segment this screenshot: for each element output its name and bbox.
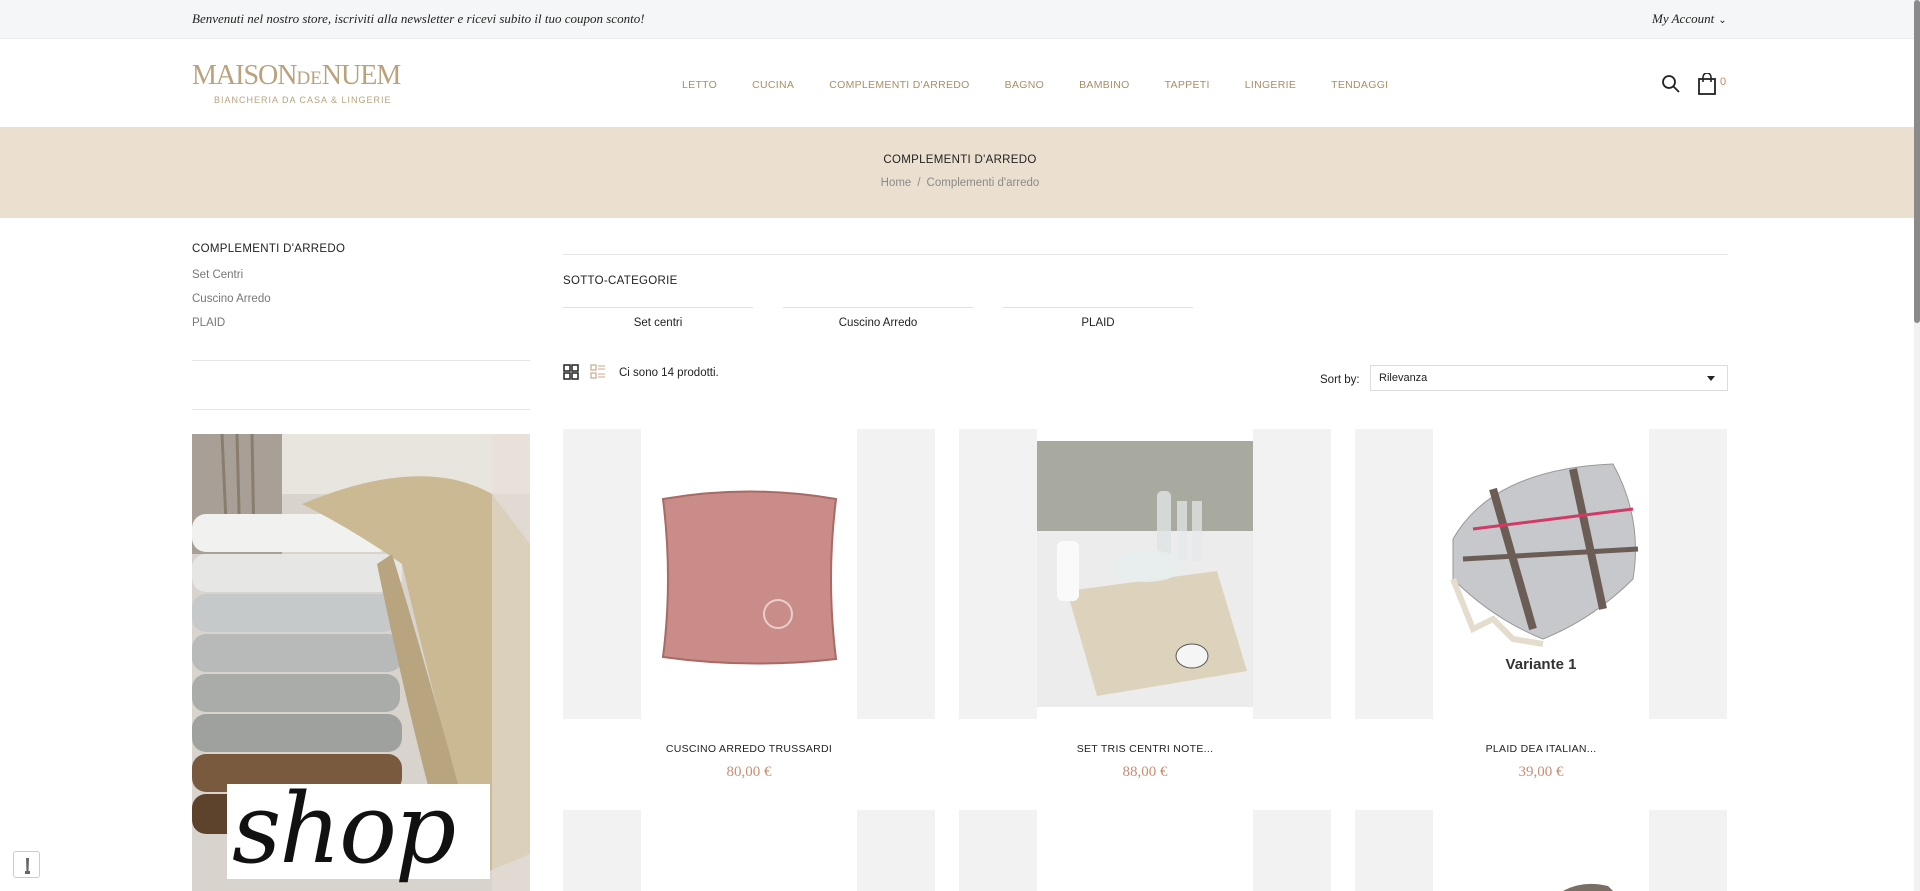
nav-tappeti[interactable]: TAPPETI	[1165, 79, 1210, 91]
pillow-image	[661, 490, 838, 665]
category-banner: COMPLEMENTI D'ARREDO Home / Complementi d'…	[0, 127, 1920, 218]
product-card[interactable]	[959, 429, 1331, 719]
page-title: COMPLEMENTI D'ARREDO	[883, 154, 1037, 166]
sort-select[interactable]: Rilevanza	[1370, 365, 1728, 391]
tool-icon	[25, 858, 30, 874]
product-count: Ci sono 14 prodotti.	[619, 367, 719, 379]
product-image[interactable]	[1037, 429, 1253, 719]
content-divider	[563, 254, 1728, 255]
product-image[interactable]	[641, 429, 857, 719]
product-image[interactable]	[641, 810, 857, 891]
breadcrumb-home[interactable]: Home	[881, 177, 912, 189]
plaid-image: Variante 1	[1450, 463, 1639, 673]
product-price: 39,00 €	[1518, 764, 1564, 780]
nav-letto[interactable]: LETTO	[682, 79, 717, 91]
my-account-menu[interactable]: My Account ⌄	[1652, 11, 1727, 27]
product-name[interactable]: SET TRIS CENTRI NOTE...	[959, 743, 1331, 755]
shopping-bag-icon	[1698, 72, 1716, 95]
nav-bambino[interactable]: BAMBINO	[1079, 79, 1130, 91]
nav-bagno[interactable]: BAGNO	[1005, 79, 1044, 91]
site-logo[interactable]: MAISONDENUEM BIANCHERIA DA CASA & LINGER…	[192, 61, 402, 111]
page-scrollbar[interactable]	[1914, 0, 1920, 891]
product-image[interactable]: Variante 1	[1433, 429, 1649, 719]
cart-count: 0	[1720, 76, 1727, 88]
sidebar-divider	[192, 360, 530, 361]
scrollbar-thumb[interactable]	[1914, 0, 1920, 323]
subcategory-plaid[interactable]: PLAID	[1003, 307, 1193, 329]
list-view-icon[interactable]	[590, 364, 606, 380]
nav-complementi-arredo[interactable]: COMPLEMENTI D'ARREDO	[829, 79, 969, 91]
sidebar-divider	[192, 409, 530, 410]
product-price: 80,00 €	[726, 764, 772, 780]
top-bar: Benvenuti nel nostro store, iscriviti al…	[0, 0, 1920, 39]
product-image-partial	[1563, 883, 1613, 891]
main-nav: LETTO CUCINA COMPLEMENTI D'ARREDO BAGNO …	[682, 79, 1423, 91]
product-name[interactable]: CUSCINO ARREDO TRUSSARDI	[563, 743, 935, 755]
sidebar-link-cuscino-arredo[interactable]: Cuscino Arredo	[192, 293, 271, 305]
product-card[interactable]: Variante 1	[1355, 429, 1727, 719]
nav-lingerie[interactable]: LINGERIE	[1245, 79, 1296, 91]
subcategory-cuscino-arredo[interactable]: Cuscino Arredo	[783, 307, 973, 329]
logo-word-3: NUEM	[321, 60, 401, 91]
product-card[interactable]	[563, 810, 935, 891]
promo-shop-text: shop	[232, 773, 456, 885]
subcategories-title: SOTTO-CATEGORIE	[563, 275, 678, 287]
nav-cucina[interactable]: CUCINA	[752, 79, 794, 91]
chevron-down-icon: ⌄	[1718, 15, 1727, 26]
sidebar-title: COMPLEMENTI D'ARREDO	[192, 243, 346, 255]
product-image[interactable]	[1433, 810, 1649, 891]
sidebar-link-set-centri[interactable]: Set Centri	[192, 269, 243, 281]
cart-button[interactable]: 0	[1697, 72, 1729, 95]
sort-selected-value: Rilevanza	[1379, 372, 1428, 384]
logo-word-2: DE	[296, 68, 322, 89]
product-card[interactable]	[563, 429, 935, 719]
subcategory-set-centri[interactable]: Set centri	[563, 307, 753, 329]
site-header: MAISONDENUEM BIANCHERIA DA CASA & LINGER…	[0, 39, 1920, 127]
sort-label: Sort by:	[1320, 374, 1360, 386]
welcome-message: Benvenuti nel nostro store, iscriviti al…	[192, 11, 645, 26]
product-image[interactable]	[1037, 810, 1253, 891]
breadcrumb-separator: /	[917, 177, 921, 189]
search-icon[interactable]	[1661, 74, 1681, 94]
table-set-image	[1037, 441, 1253, 707]
product-card[interactable]	[1355, 810, 1727, 891]
caret-down-icon	[1707, 376, 1715, 381]
sidebar-link-plaid[interactable]: PLAID	[192, 317, 225, 329]
my-account-label: My Account	[1652, 11, 1715, 26]
product-card[interactable]	[959, 810, 1331, 891]
plaid-variant-label: Variante 1	[1506, 656, 1577, 673]
nav-tendaggi[interactable]: TENDAGGI	[1331, 79, 1388, 91]
floating-tool-button[interactable]	[13, 851, 40, 878]
promo-banner[interactable]: shop	[192, 434, 530, 891]
product-price: 88,00 €	[1122, 764, 1168, 780]
grid-view-icon[interactable]	[563, 364, 579, 380]
logo-tagline: BIANCHERIA DA CASA & LINGERIE	[214, 95, 392, 105]
product-name[interactable]: PLAID DEA ITALIAN...	[1355, 743, 1727, 755]
logo-word-1: MAISON	[192, 60, 297, 91]
breadcrumb-current[interactable]: Complementi d'arredo	[927, 177, 1040, 189]
breadcrumb: Home / Complementi d'arredo	[0, 177, 1920, 189]
